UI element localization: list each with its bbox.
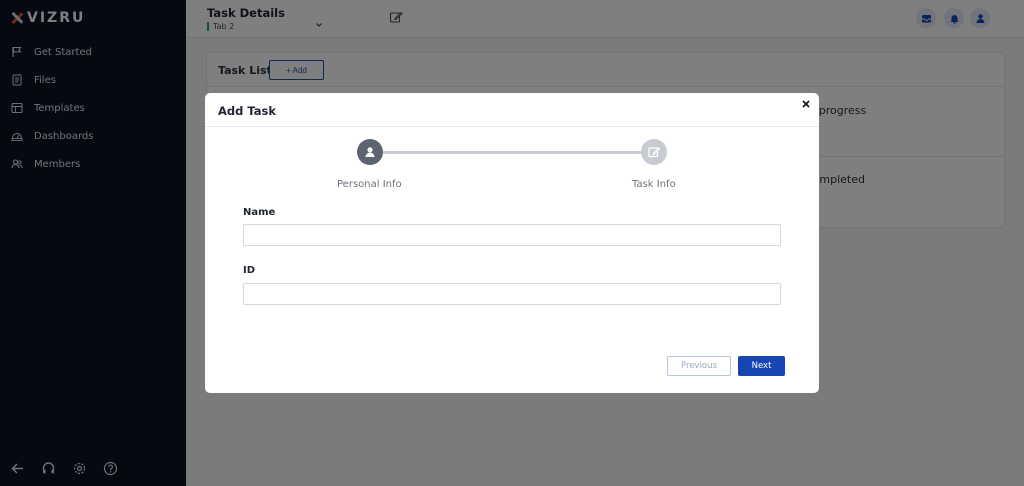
id-label: ID (243, 265, 256, 276)
step-task-info[interactable] (641, 139, 667, 165)
stepper-line (383, 151, 641, 154)
name-label: Name (243, 207, 276, 218)
previous-button[interactable]: Previous (667, 356, 731, 376)
close-icon (802, 100, 810, 108)
id-input[interactable] (243, 283, 781, 305)
close-button[interactable] (800, 98, 812, 110)
modal-title: Add Task (218, 104, 276, 118)
modal-header: Add Task (205, 93, 819, 127)
user-icon (365, 147, 375, 157)
edit-icon (648, 147, 661, 158)
step-label-task-info: Task Info (632, 179, 676, 190)
step-personal-info[interactable] (357, 139, 383, 165)
add-task-modal: Add Task Personal Info Task Info Name ID… (205, 93, 819, 393)
step-label-personal-info: Personal Info (337, 179, 402, 190)
next-button[interactable]: Next (738, 356, 785, 376)
name-input[interactable] (243, 224, 781, 246)
